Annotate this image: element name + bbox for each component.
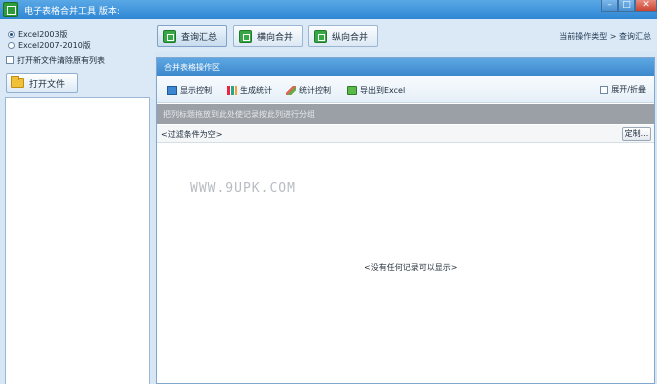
watermark: WWW.9UPK.COM — [190, 181, 296, 196]
minimize-button[interactable]: – — [601, 0, 618, 12]
breadcrumb: 当前操作类型 > 查询汇总 — [559, 31, 651, 42]
display-control-label: 显示控制 — [180, 85, 212, 95]
expand-collapse-label: 展开/折叠 — [611, 85, 646, 94]
bar-chart-icon — [227, 85, 237, 95]
export-excel-label: 导出到Excel — [360, 85, 406, 95]
maximize-button[interactable]: □ — [618, 0, 635, 12]
breadcrumb-label: 当前操作类型 — [559, 32, 608, 41]
open-file-button[interactable]: 打开文件 — [6, 73, 78, 93]
excel-icon — [239, 29, 252, 43]
file-list[interactable] — [5, 97, 150, 384]
tab-label: 横向合并 — [257, 32, 294, 43]
display-control-button[interactable]: 显示控制 — [167, 84, 212, 96]
breadcrumb-current: 查询汇总 — [619, 32, 651, 41]
excel2007-label: Excel2007-2010版 — [18, 40, 91, 50]
pencil-icon — [286, 85, 296, 95]
expand-collapse-toggle[interactable]: 展开/折叠 — [600, 84, 646, 95]
window-title: 电子表格合并工具 版本: — [24, 7, 120, 17]
empty-records-message: <没有任何记录可以显示> — [364, 263, 458, 272]
clear-list-label: 打开新文件清除原有列表 — [17, 55, 105, 65]
records-grid[interactable]: WWW.9UPK.COM <没有任何记录可以显示> — [157, 144, 654, 383]
export-excel-button[interactable]: 导出到Excel — [347, 84, 405, 96]
expand-collapse-checkbox[interactable] — [600, 85, 609, 94]
generate-stats-button[interactable]: 生成统计 — [227, 84, 272, 96]
stats-control-label: 统计控制 — [299, 85, 331, 95]
stats-control-button[interactable]: 统计控制 — [286, 84, 331, 96]
title-bar: 电子表格合并工具 版本: – □ ✕ — [0, 0, 657, 19]
folder-icon — [11, 76, 24, 88]
tab-query-summary[interactable]: 查询汇总 — [157, 25, 227, 47]
app-icon — [3, 2, 18, 17]
excel-icon — [314, 29, 327, 43]
customize-button[interactable]: 定制... — [622, 127, 651, 141]
filter-bar: <过滤条件为空> 定制... — [157, 125, 654, 143]
tab-bar: 查询汇总 横向合并 纵向合并 当前操作类型 > 查询汇总 — [155, 19, 657, 52]
close-button[interactable]: ✕ — [635, 0, 657, 12]
panel-title: 合并表格操作区 — [157, 58, 654, 76]
excel-icon — [163, 29, 176, 43]
group-by-area[interactable]: 把列标题拖放到此处使记录按此列进行分组 — [157, 104, 654, 124]
toolbar: 显示控制 生成统计 统计控制 导出到Excel 展开/折叠 — [157, 76, 654, 103]
tab-label: 查询汇总 — [181, 32, 218, 43]
filter-status: <过滤条件为空> — [161, 130, 223, 139]
clear-list-checkbox[interactable] — [6, 56, 14, 64]
radio-button[interactable] — [8, 41, 15, 49]
excel2007-option[interactable]: Excel2007-2010版 — [8, 39, 91, 51]
breadcrumb-separator: > — [609, 32, 617, 41]
radio-button[interactable] — [8, 30, 15, 38]
clear-list-option[interactable]: 打开新文件清除原有列表 — [6, 54, 105, 66]
merge-operation-panel: 合并表格操作区 显示控制 生成统计 统计控制 导出到Excel 展开/折叠 把列… — [156, 57, 655, 384]
monitor-icon — [167, 85, 177, 95]
excel2003-label: Excel2003版 — [18, 29, 68, 39]
tab-horizontal-merge[interactable]: 横向合并 — [233, 25, 303, 47]
tab-vertical-merge[interactable]: 纵向合并 — [308, 25, 378, 47]
generate-stats-label: 生成统计 — [240, 85, 272, 95]
tab-label: 纵向合并 — [332, 32, 369, 43]
excel-export-icon — [347, 85, 357, 95]
open-file-label: 打开文件 — [29, 79, 66, 90]
